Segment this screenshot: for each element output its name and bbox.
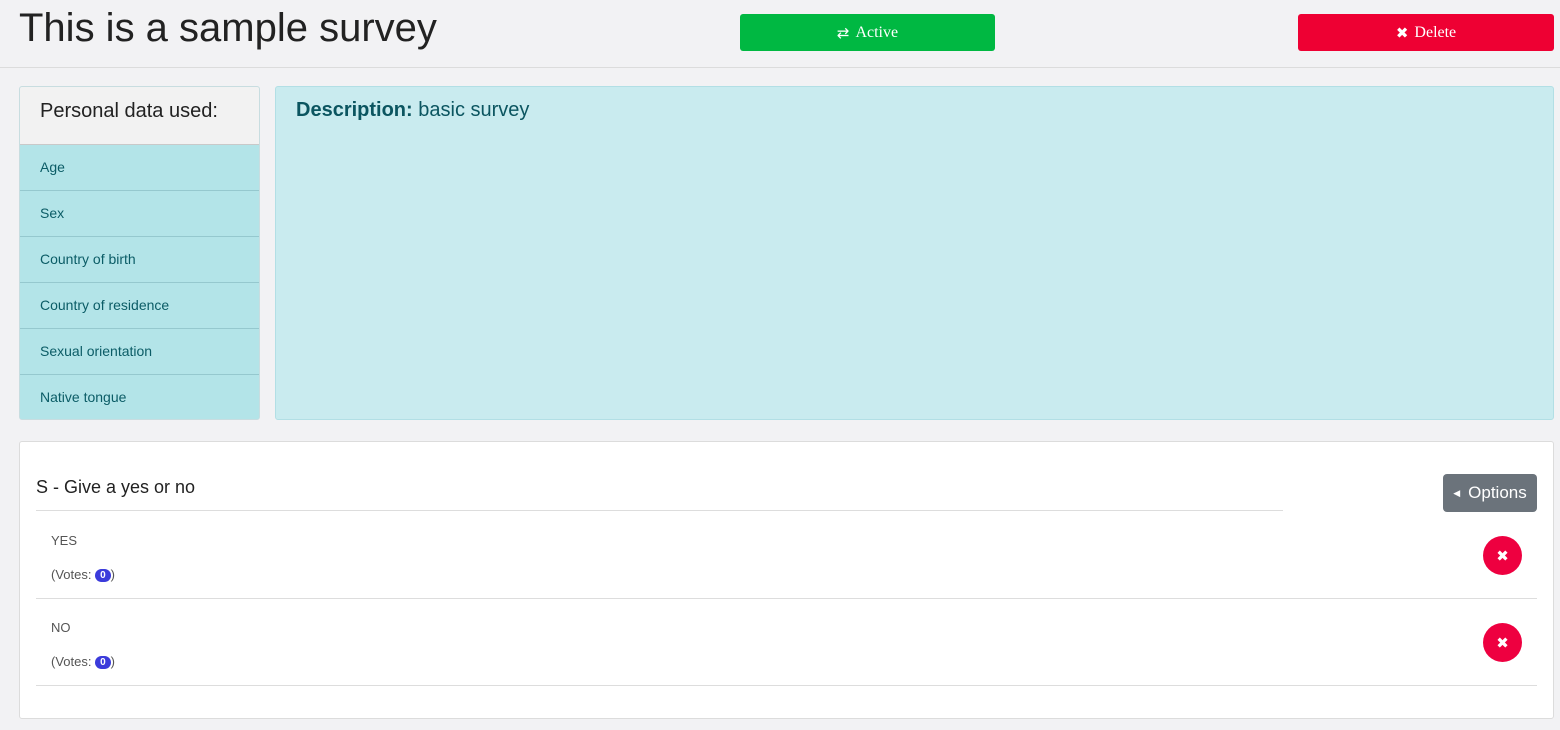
description-text: basic survey (418, 99, 530, 121)
description-label: Description: (296, 99, 413, 121)
times-icon: ✖ (1395, 23, 1409, 42)
votes-prefix: (Votes: (51, 567, 92, 582)
personal-data-item: Sex (20, 191, 259, 237)
delete-answer-button[interactable]: ✖ (1483, 623, 1522, 662)
personal-data-item: Sexual orientation (20, 329, 259, 375)
times-icon: ✖ (1496, 546, 1509, 565)
personal-data-item: Country of birth (20, 237, 259, 283)
question-card: S - Give a yes or no ◀ Options YES (Vote… (19, 441, 1554, 719)
answer-label: NO (51, 620, 71, 635)
votes-suffix: ) (110, 654, 115, 669)
personal-data-item: Country of residence (20, 283, 259, 329)
delete-button-label: Delete (1414, 23, 1457, 41)
personal-data-item: Age (20, 145, 259, 191)
personal-data-panel: Personal data used: Age Sex Country of b… (19, 86, 260, 420)
answer-votes: (Votes: 0) (51, 654, 115, 669)
options-button-label: Options (1468, 483, 1527, 502)
exchange-icon: ⇄ (836, 23, 850, 42)
votes-count-badge: 0 (95, 656, 111, 669)
answer-votes: (Votes: 0) (51, 567, 115, 582)
delete-answer-button[interactable]: ✖ (1483, 536, 1522, 575)
active-button-label: Active (855, 23, 899, 41)
caret-left-icon: ◀ (1453, 487, 1461, 498)
page-header: This is a sample survey ⇄ Active ✖ Delet… (0, 0, 1560, 68)
personal-data-heading: Personal data used: (20, 87, 259, 145)
answer-label: YES (51, 533, 78, 548)
delete-survey-button[interactable]: ✖ Delete (1298, 14, 1554, 51)
active-toggle-button[interactable]: ⇄ Active (740, 14, 995, 51)
personal-data-item: Native tongue (20, 375, 259, 419)
description-panel: Description: basic survey (275, 86, 1554, 420)
times-icon: ✖ (1496, 633, 1509, 652)
votes-prefix: (Votes: (51, 654, 92, 669)
votes-suffix: ) (110, 567, 115, 582)
answer-row: NO (Votes: 0) ✖ (36, 598, 1537, 686)
answer-row: YES (Votes: 0) ✖ (36, 511, 1537, 599)
page-title: This is a sample survey (19, 6, 437, 50)
question-title: S - Give a yes or no (36, 477, 1283, 511)
options-button[interactable]: ◀ Options (1443, 474, 1537, 512)
votes-count-badge: 0 (95, 569, 111, 582)
